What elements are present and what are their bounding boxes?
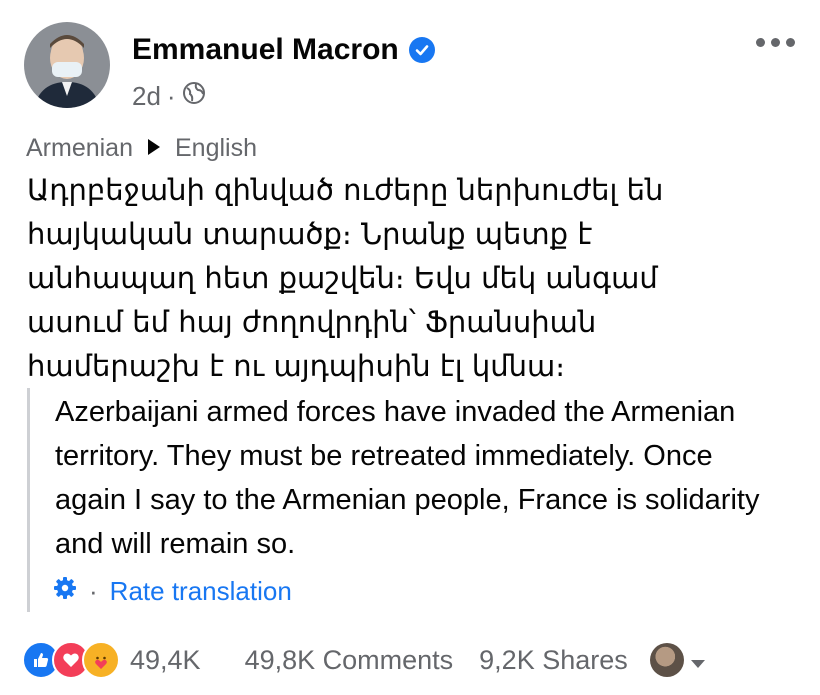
post-time[interactable]: 2d bbox=[132, 81, 161, 112]
post-meta: 2d · bbox=[132, 81, 206, 112]
caret-down-icon bbox=[690, 645, 706, 676]
more-options-icon[interactable] bbox=[756, 38, 795, 47]
gear-icon[interactable] bbox=[53, 576, 77, 607]
reaction-count[interactable]: 49,4K bbox=[130, 645, 201, 676]
shares-count[interactable]: 9,2K Shares bbox=[479, 645, 628, 676]
reaction-icons[interactable] bbox=[22, 641, 120, 679]
globe-icon bbox=[182, 81, 206, 112]
translation-block: Azerbaijani armed forces have invaded th… bbox=[27, 388, 790, 612]
meta-separator: · bbox=[166, 81, 176, 111]
source-language[interactable]: Armenian bbox=[26, 134, 133, 163]
author-row: Emmanuel Macron bbox=[132, 33, 435, 67]
care-icon bbox=[82, 641, 120, 679]
author-avatar[interactable] bbox=[24, 22, 110, 108]
play-arrow-icon bbox=[147, 134, 161, 163]
target-language[interactable]: English bbox=[175, 134, 257, 163]
facebook-post: Emmanuel Macron 2d · Armenian English Ադ… bbox=[0, 0, 820, 695]
verified-badge-icon bbox=[408, 37, 435, 63]
rate-separator: · bbox=[89, 576, 98, 606]
author-name[interactable]: Emmanuel Macron bbox=[132, 33, 399, 67]
viewer-selector[interactable] bbox=[649, 643, 706, 677]
rate-translation-row: · Rate translation bbox=[53, 576, 292, 607]
viewer-avatar bbox=[649, 643, 684, 677]
translated-text: Azerbaijani armed forces have invaded th… bbox=[55, 396, 760, 560]
original-post-text: Ադրբեջանի զինված ուժերը ներխուժել են հայ… bbox=[27, 173, 664, 383]
comments-count[interactable]: 49,8K Comments bbox=[245, 645, 454, 676]
translation-language-bar: Armenian English bbox=[26, 134, 257, 163]
post-footer: 49,4K 49,8K Comments 9,2K Shares bbox=[22, 640, 798, 680]
rate-translation-link[interactable]: Rate translation bbox=[110, 576, 292, 607]
